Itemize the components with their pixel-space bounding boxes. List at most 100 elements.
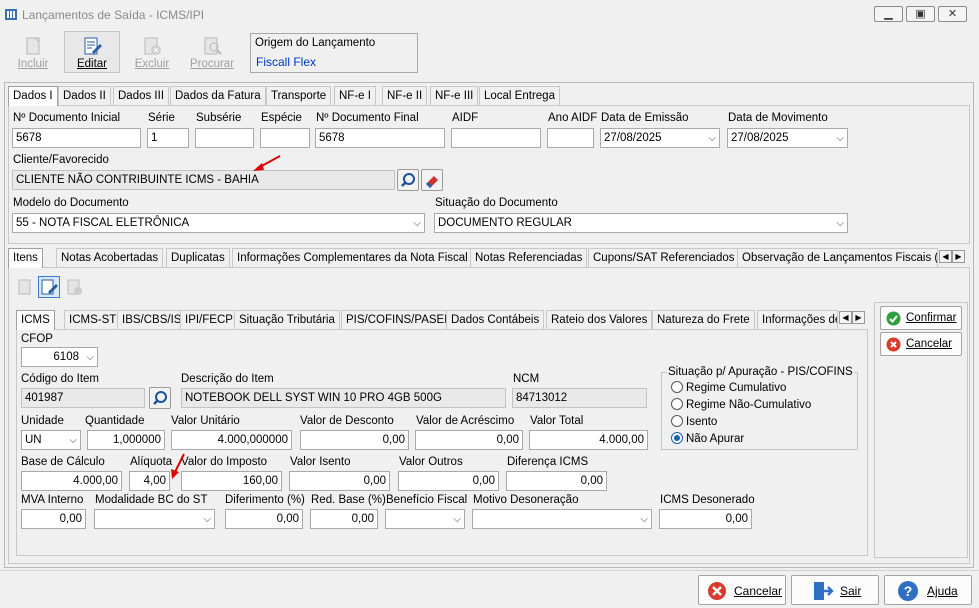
tab-nfe-iii[interactable]: NF-e III bbox=[430, 86, 479, 105]
ano-aidf-field[interactable] bbox=[547, 128, 594, 148]
radio-off-icon[interactable] bbox=[671, 381, 683, 393]
beneficio-select[interactable]: ⌵ bbox=[385, 509, 465, 529]
clear-cliente-button[interactable] bbox=[421, 169, 443, 191]
doc-inicial-field[interactable]: 5678 bbox=[12, 128, 141, 148]
valor-total-field[interactable]: 4.000,00 bbox=[529, 430, 648, 450]
mva-field[interactable]: 0,00 bbox=[21, 509, 86, 529]
valor-acrescimo-field[interactable]: 0,00 bbox=[415, 430, 523, 450]
scroll-left-icon[interactable]: ◀ bbox=[839, 311, 852, 324]
tab-local-entrega[interactable]: Local Entrega bbox=[479, 86, 560, 105]
incluir-button[interactable]: Incluir bbox=[5, 31, 61, 73]
valor-outros-field[interactable]: 0,00 bbox=[398, 471, 499, 491]
tab-ipi-fecp[interactable]: IPI/FECP bbox=[180, 310, 238, 329]
chevron-down-icon[interactable]: ⌵ bbox=[640, 511, 648, 528]
tab-pis-cofins[interactable]: PIS/COFINS/PASEP bbox=[341, 310, 457, 329]
search-item-button[interactable] bbox=[149, 387, 171, 409]
radio-isento[interactable]: Isento bbox=[671, 415, 717, 428]
radio-nao-apurar[interactable]: Não Apurar bbox=[671, 432, 744, 445]
chevron-down-icon[interactable]: ⌵ bbox=[836, 130, 844, 147]
tab-icms-st[interactable]: ICMS-ST bbox=[64, 310, 122, 329]
tab-duplicatas[interactable]: Duplicatas bbox=[166, 248, 230, 267]
tab-itens[interactable]: Itens bbox=[8, 248, 43, 268]
item-edit-button[interactable] bbox=[38, 276, 60, 298]
radio-regime-cumulativo[interactable]: Regime Cumulativo bbox=[671, 381, 786, 394]
cliente-field[interactable]: CLIENTE NÃO CONTRIBUINTE ICMS - BAHIA bbox=[12, 170, 395, 190]
tab-dados-i[interactable]: Dados I bbox=[8, 86, 58, 106]
sub-tabs-scroll[interactable]: ◀ ▶ bbox=[939, 250, 967, 264]
tab-dados-contabeis[interactable]: Dados Contábeis bbox=[446, 310, 545, 329]
modalidade-select[interactable]: ⌵ bbox=[94, 509, 215, 529]
item-delete-button[interactable] bbox=[64, 277, 84, 297]
scroll-right-icon[interactable]: ▶ bbox=[852, 311, 865, 324]
valor-imposto-field[interactable]: 160,00 bbox=[181, 471, 282, 491]
item-add-button[interactable] bbox=[15, 277, 35, 297]
red-base-field[interactable]: 0,00 bbox=[310, 509, 378, 529]
descricao-field[interactable]: NOTEBOOK DELL SYST WIN 10 PRO 4GB 500G bbox=[181, 388, 506, 408]
data-emissao-field[interactable]: 27/08/2025 ⌵ bbox=[600, 128, 720, 148]
chevron-down-icon[interactable]: ⌵ bbox=[203, 511, 211, 528]
serie-field[interactable]: 1 bbox=[147, 128, 189, 148]
valor-isento-field[interactable]: 0,00 bbox=[289, 471, 390, 491]
tab-ibs-cbs-is[interactable]: IBS/CBS/IS bbox=[117, 310, 187, 329]
diferenca-field[interactable]: 0,00 bbox=[506, 471, 607, 491]
confirmar-button[interactable]: Confirmar bbox=[880, 306, 962, 330]
chevron-down-icon[interactable]: ⌵ bbox=[86, 349, 94, 366]
cfop-select[interactable]: 6108 ⌵ bbox=[21, 347, 98, 367]
tab-dados-iii[interactable]: Dados III bbox=[113, 86, 170, 105]
situacao-select[interactable]: DOCUMENTO REGULAR ⌵ bbox=[434, 213, 848, 233]
data-mov-field[interactable]: 27/08/2025 ⌵ bbox=[727, 128, 848, 148]
codigo-field[interactable]: 401987 bbox=[21, 388, 145, 408]
radio-on-icon[interactable] bbox=[671, 432, 683, 444]
icms-desonerado-field[interactable]: 0,00 bbox=[659, 509, 752, 529]
ncm-field[interactable]: 84713012 bbox=[512, 388, 647, 408]
cancelar-item-button[interactable]: Cancelar bbox=[880, 332, 962, 356]
base-calculo-field[interactable]: 4.000,00 bbox=[21, 471, 122, 491]
tab-rateio[interactable]: Rateio dos Valores bbox=[546, 310, 653, 329]
tab-informacoes[interactable]: Informações de bbox=[757, 310, 838, 329]
item-tabs-scroll[interactable]: ◀ ▶ bbox=[839, 311, 867, 325]
tab-nfe-i[interactable]: NF-e I bbox=[334, 86, 376, 105]
close-button[interactable]: ✕ bbox=[938, 6, 967, 22]
tab-nfe-ii[interactable]: NF-e II bbox=[382, 86, 428, 105]
tab-info-complementares[interactable]: Informações Complementares da Nota Fisca… bbox=[232, 248, 473, 267]
valor-desconto-field[interactable]: 0,00 bbox=[300, 430, 409, 450]
search-cliente-button[interactable] bbox=[397, 169, 419, 191]
valor-unitario-field[interactable]: 4.000,000000 bbox=[171, 430, 292, 450]
tab-natureza-frete[interactable]: Natureza do Frete bbox=[652, 310, 755, 329]
chevron-down-icon[interactable]: ⌵ bbox=[836, 215, 844, 232]
chevron-down-icon[interactable]: ⌵ bbox=[413, 215, 421, 232]
radio-off-icon[interactable] bbox=[671, 415, 683, 427]
minimize-button[interactable]: ▁ bbox=[874, 6, 903, 22]
ajuda-button[interactable]: ? Ajuda bbox=[884, 575, 972, 605]
maximize-button[interactable]: ▣ bbox=[906, 6, 935, 22]
chevron-down-icon[interactable]: ⌵ bbox=[708, 130, 716, 147]
aidf-field[interactable] bbox=[451, 128, 541, 148]
tab-notas-referenciadas[interactable]: Notas Referenciadas bbox=[470, 248, 588, 267]
radio-regime-nao-cumulativo[interactable]: Regime Não-Cumulativo bbox=[671, 398, 811, 411]
tab-cupons-sat[interactable]: Cupons/SAT Referenciados bbox=[588, 248, 740, 267]
chevron-down-icon[interactable]: ⌵ bbox=[69, 432, 77, 449]
procurar-button[interactable]: Procurar bbox=[184, 31, 240, 73]
quantidade-field[interactable]: 1,000000 bbox=[87, 430, 165, 450]
cancelar-button[interactable]: Cancelar bbox=[698, 575, 786, 605]
chevron-down-icon[interactable]: ⌵ bbox=[453, 511, 461, 528]
tab-icms[interactable]: ICMS bbox=[16, 310, 55, 330]
tab-observacao[interactable]: Observação de Lançamentos Fiscais (C bbox=[737, 248, 938, 267]
excluir-button[interactable]: Excluir bbox=[124, 31, 180, 73]
tab-situacao-tributaria[interactable]: Situação Tributária bbox=[234, 310, 340, 329]
tab-dados-fatura[interactable]: Dados da Fatura bbox=[170, 86, 266, 105]
modelo-select[interactable]: 55 - NOTA FISCAL ELETRÔNICA ⌵ bbox=[12, 213, 425, 233]
doc-final-field[interactable]: 5678 bbox=[315, 128, 445, 148]
sair-button[interactable]: Sair bbox=[791, 575, 879, 605]
radio-off-icon[interactable] bbox=[671, 398, 683, 410]
scroll-left-icon[interactable]: ◀ bbox=[939, 250, 952, 263]
scroll-right-icon[interactable]: ▶ bbox=[952, 250, 965, 263]
diferimento-field[interactable]: 0,00 bbox=[225, 509, 303, 529]
tab-dados-ii[interactable]: Dados II bbox=[58, 86, 111, 105]
aliquota-field[interactable]: 4,00 bbox=[129, 471, 170, 491]
unidade-select[interactable]: UN ⌵ bbox=[21, 430, 81, 450]
subserie-field[interactable] bbox=[195, 128, 254, 148]
tab-notas-acobertadas[interactable]: Notas Acobertadas bbox=[56, 248, 164, 267]
motivo-select[interactable]: ⌵ bbox=[472, 509, 652, 529]
editar-button[interactable]: Editar bbox=[64, 31, 120, 73]
